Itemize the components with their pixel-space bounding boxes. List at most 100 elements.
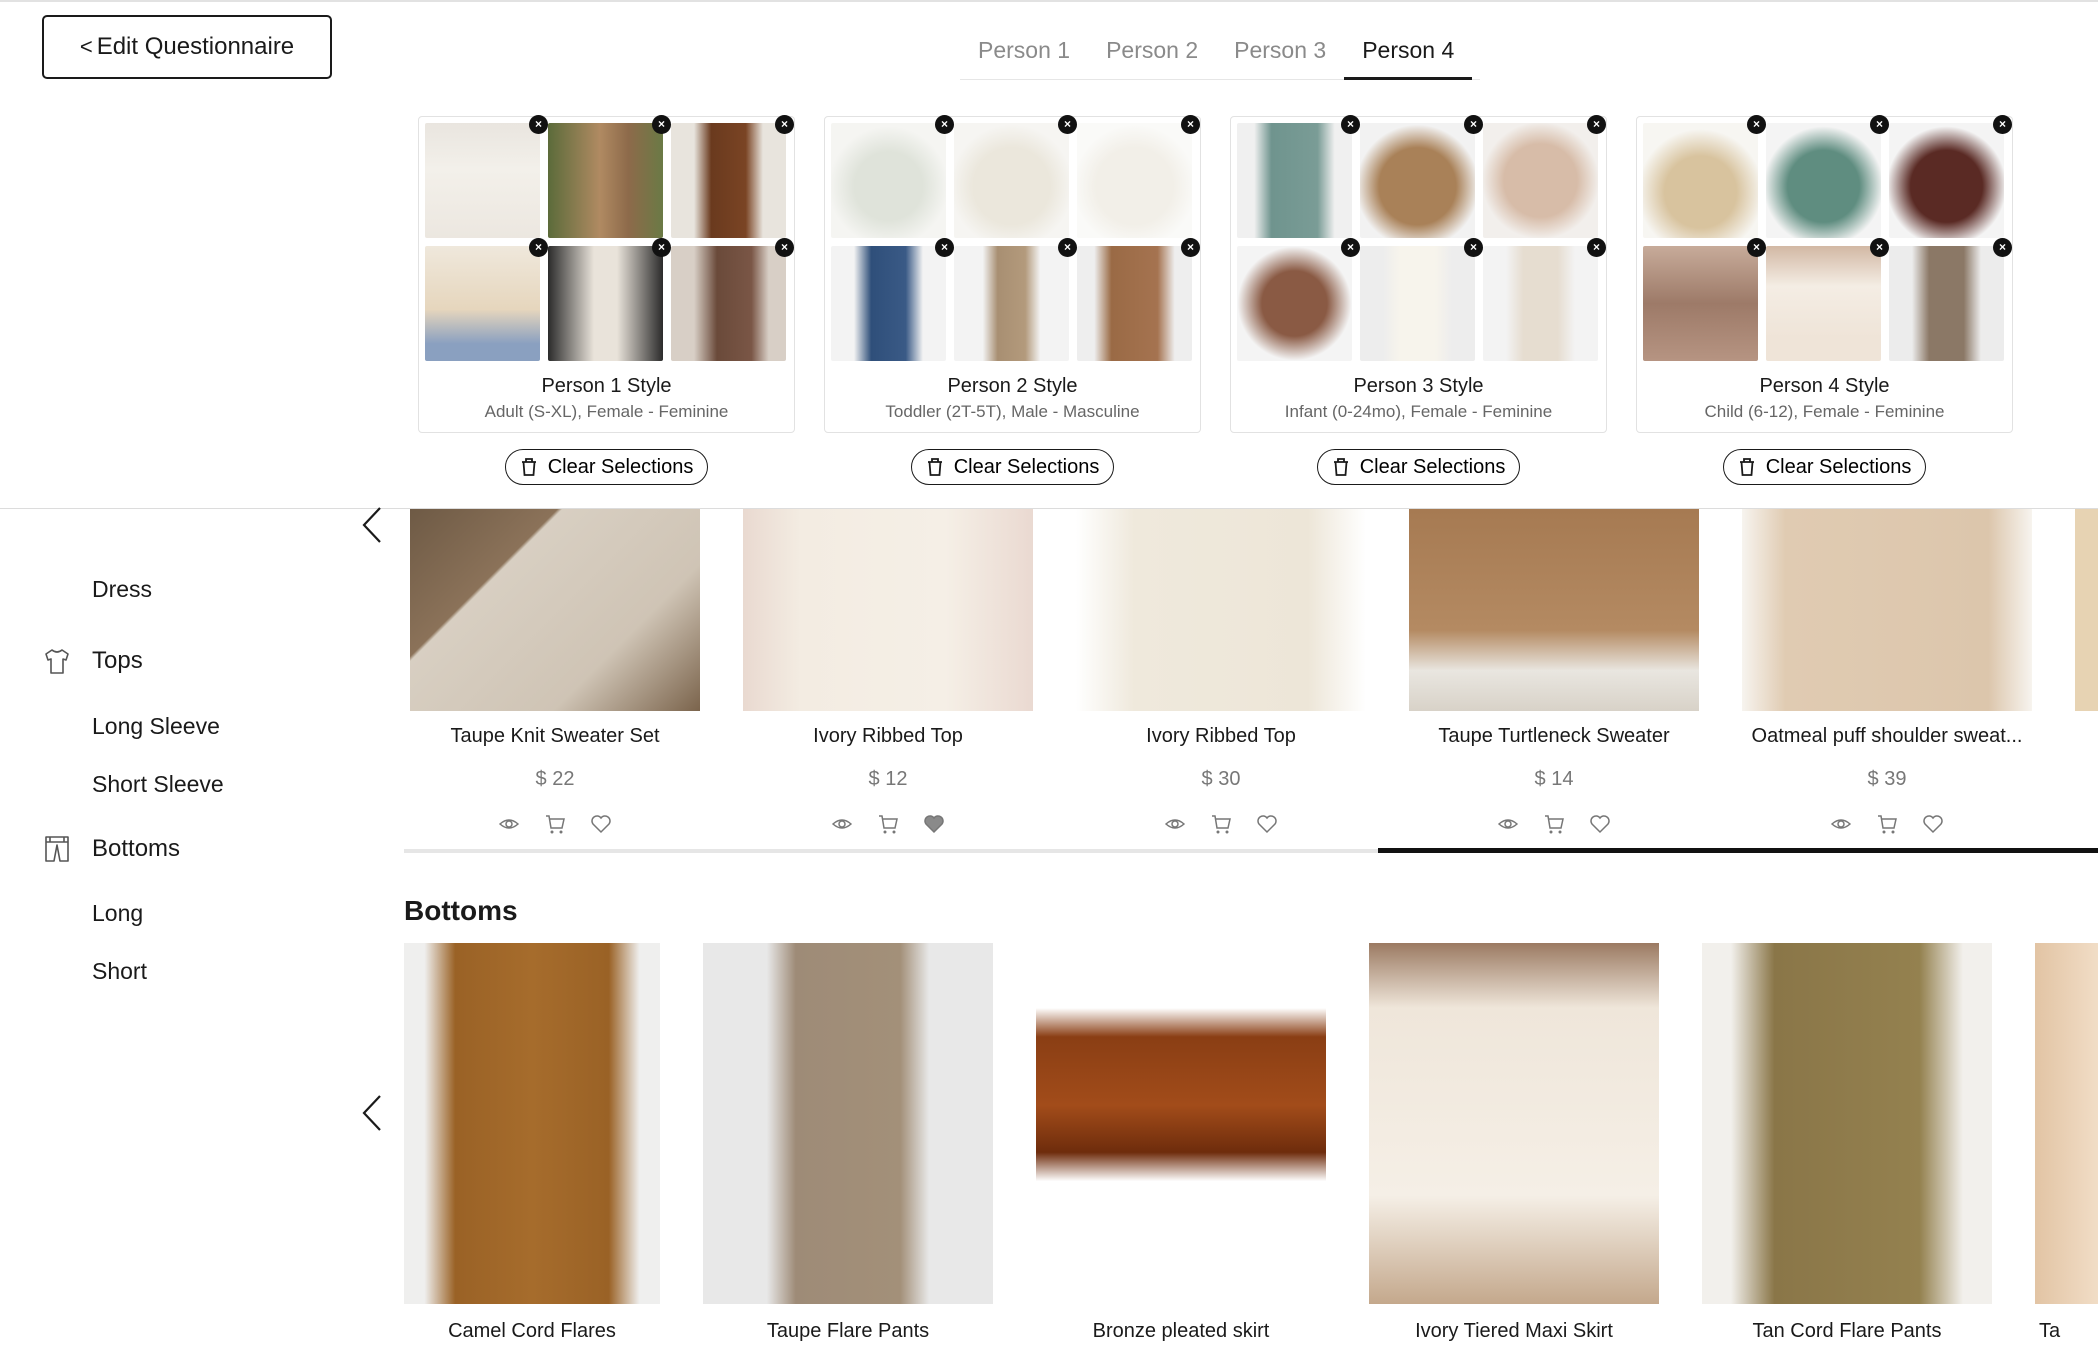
style-thumb: × — [1077, 115, 1200, 238]
style-thumb: × — [1360, 115, 1483, 238]
carousel-scroll-thumb[interactable] — [1378, 848, 2098, 853]
product-card-partial[interactable]: Ta — [2035, 943, 2098, 1343]
style-thumb: × — [1483, 238, 1606, 361]
product-card-partial[interactable] — [2075, 509, 2098, 711]
sidebar-item-tops[interactable]: Tops — [92, 647, 143, 675]
style-title: Person 3 Style — [1353, 375, 1484, 397]
chevron-left-icon: < — [79, 34, 93, 59]
product-card[interactable]: Tan Cord Flare Pants — [1702, 943, 1992, 1343]
eye-icon[interactable] — [1830, 813, 1852, 835]
sidebar-item-dress[interactable]: Dress — [92, 576, 152, 603]
heart-filled-icon[interactable] — [923, 813, 945, 835]
sidebar-item-long-sleeve[interactable]: Long Sleeve — [92, 713, 220, 740]
remove-icon[interactable]: × — [1464, 115, 1483, 134]
style-thumb: × — [831, 238, 954, 361]
remove-icon[interactable]: × — [1181, 238, 1200, 257]
eye-icon[interactable] — [1497, 813, 1519, 835]
eye-icon[interactable] — [498, 813, 520, 835]
product-card[interactable]: Taupe Flare Pants — [703, 943, 993, 1343]
remove-icon[interactable]: × — [935, 115, 954, 134]
clear-selections-button[interactable]: Clear Selections — [1722, 449, 1927, 485]
remove-icon[interactable]: × — [1587, 115, 1606, 134]
heart-icon[interactable] — [590, 813, 612, 835]
carousel-prev-icon[interactable] — [358, 1090, 386, 1136]
remove-icon[interactable]: × — [775, 238, 794, 257]
style-thumb: × — [1889, 238, 2012, 361]
tab-person-1[interactable]: Person 1 — [960, 22, 1088, 78]
heart-icon[interactable] — [1589, 813, 1611, 835]
style-card-person-1[interactable]: × × × × × × Person 1 Style Adult (S-XL),… — [418, 115, 795, 433]
clear-selections-label: Clear Selections — [1765, 455, 1912, 478]
cart-icon[interactable] — [1543, 813, 1565, 835]
sidebar-item-long[interactable]: Long — [92, 900, 143, 927]
carousel-prev-icon[interactable] — [358, 502, 386, 548]
style-card-person-2[interactable]: × × × × × × Person 2 Style Toddler (2T-5… — [824, 115, 1201, 433]
heart-icon[interactable] — [1256, 813, 1278, 835]
style-title: Person 2 Style — [947, 375, 1078, 397]
clear-selections-label: Clear Selections — [1359, 455, 1506, 478]
remove-icon[interactable]: × — [1341, 238, 1360, 257]
remove-icon[interactable]: × — [1587, 238, 1606, 257]
clear-selections-button[interactable]: Clear Selections — [910, 449, 1115, 485]
cart-icon[interactable] — [544, 813, 566, 835]
remove-icon[interactable]: × — [775, 115, 794, 134]
remove-icon[interactable]: × — [652, 238, 671, 257]
remove-icon[interactable]: × — [529, 115, 548, 134]
product-card[interactable]: Taupe Turtleneck Sweater $ 14 — [1409, 509, 1699, 835]
cart-icon[interactable] — [1876, 813, 1898, 835]
product-price: $ 14 — [1534, 768, 1574, 790]
clear-selections-button[interactable]: Clear Selections — [504, 449, 709, 485]
product-image — [404, 943, 660, 1304]
product-image — [743, 509, 1033, 711]
eye-icon[interactable] — [1164, 813, 1186, 835]
product-name: Ivory Ribbed Top — [1146, 725, 1296, 747]
trash-icon — [521, 458, 536, 476]
remove-icon[interactable]: × — [1993, 115, 2012, 134]
trash-icon — [1333, 458, 1348, 476]
product-card[interactable]: Ivory Tiered Maxi Skirt — [1369, 943, 1659, 1343]
style-thumb: × — [954, 238, 1077, 361]
remove-icon[interactable]: × — [1341, 115, 1360, 134]
edit-questionnaire-label: Edit Questionnaire — [96, 33, 295, 60]
remove-icon[interactable]: × — [1464, 238, 1483, 257]
style-thumb: × — [1643, 238, 1766, 361]
heart-icon[interactable] — [1922, 813, 1944, 835]
remove-icon[interactable]: × — [1870, 238, 1889, 257]
trash-icon — [1739, 458, 1754, 476]
clear-selections-button[interactable]: Clear Selections — [1316, 449, 1521, 485]
tab-person-4[interactable]: Person 4 — [1344, 22, 1473, 80]
remove-icon[interactable]: × — [1993, 238, 2012, 257]
product-card[interactable]: Bronze pleated skirt — [1036, 943, 1326, 1343]
sidebar-item-bottoms[interactable]: Bottoms — [92, 835, 180, 863]
edit-questionnaire-button[interactable]: < Edit Questionnaire — [42, 15, 332, 79]
remove-icon[interactable]: × — [1747, 238, 1766, 257]
cart-icon[interactable] — [877, 813, 899, 835]
product-card[interactable]: Oatmeal puff shoulder sweat... $ 39 — [1742, 509, 2032, 835]
product-image — [1409, 509, 1699, 711]
product-image — [410, 509, 700, 711]
eye-icon[interactable] — [831, 813, 853, 835]
style-card-person-3[interactable]: × × × × × × Person 3 Style Infant (0-24m… — [1230, 115, 1607, 433]
remove-icon[interactable]: × — [1058, 115, 1077, 134]
sidebar-item-short-sleeve[interactable]: Short Sleeve — [92, 771, 224, 798]
remove-icon[interactable]: × — [529, 238, 548, 257]
product-name: Tan Cord Flare Pants — [1752, 1320, 1942, 1342]
style-thumb: × — [425, 115, 548, 238]
style-card-person-4[interactable]: × × × × × × Person 4 Style Child (6-12),… — [1636, 115, 2013, 433]
remove-icon[interactable]: × — [1747, 115, 1766, 134]
remove-icon[interactable]: × — [652, 115, 671, 134]
remove-icon[interactable]: × — [1058, 238, 1077, 257]
cart-icon[interactable] — [1210, 813, 1232, 835]
product-card[interactable]: Taupe Knit Sweater Set $ 22 — [410, 509, 700, 835]
tab-person-3[interactable]: Person 3 — [1216, 22, 1344, 78]
product-card[interactable]: Ivory Ribbed Top $ 30 — [1076, 509, 1366, 835]
sidebar-item-short[interactable]: Short — [92, 958, 147, 985]
product-card[interactable]: Camel Cord Flares — [404, 943, 660, 1343]
remove-icon[interactable]: × — [935, 238, 954, 257]
remove-icon[interactable]: × — [1181, 115, 1200, 134]
remove-icon[interactable]: × — [1870, 115, 1889, 134]
tab-person-2[interactable]: Person 2 — [1088, 22, 1216, 78]
product-name: Ivory Ribbed Top — [813, 725, 963, 747]
style-title: Person 4 Style — [1759, 375, 1890, 397]
product-card[interactable]: Ivory Ribbed Top $ 12 — [743, 509, 1033, 835]
